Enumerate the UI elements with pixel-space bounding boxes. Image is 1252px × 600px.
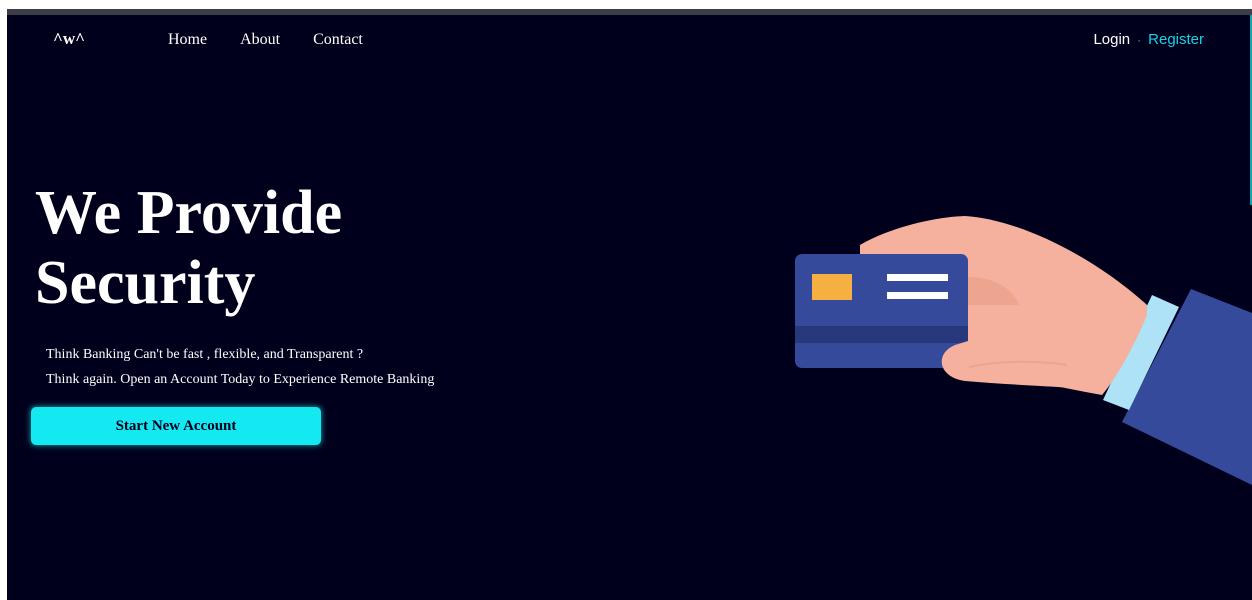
shirt-cuff xyxy=(1103,295,1179,410)
browser-viewport: ^w^ Home About Contact Login · Register … xyxy=(0,0,1252,600)
suit-sleeve xyxy=(1122,289,1252,485)
card-chip xyxy=(812,274,852,300)
credit-card-icon xyxy=(795,254,968,368)
landing-page: ^w^ Home About Contact Login · Register … xyxy=(7,15,1252,600)
thumb-crease xyxy=(968,360,1068,368)
register-link[interactable]: Register xyxy=(1148,31,1204,48)
auth-links: Login · Register xyxy=(1093,31,1204,48)
nav-contact-link[interactable]: Contact xyxy=(313,31,363,49)
hero-title-line-2: Security xyxy=(35,249,256,317)
site-logo[interactable]: ^w^ xyxy=(53,29,85,49)
hero-title-line-1: We Provide xyxy=(35,179,343,247)
auth-separator: · xyxy=(1137,32,1142,47)
nav-about-link[interactable]: About xyxy=(240,31,280,49)
hero-subtitle-line-2: Think again. Open an Account Today to Ex… xyxy=(46,372,435,387)
hero-title: We Provide Security xyxy=(35,178,342,318)
nav-home-link[interactable]: Home xyxy=(168,31,207,49)
hero-subtitle-line-1: Think Banking Can't be fast , flexible, … xyxy=(46,347,364,362)
main-nav: Home About Contact xyxy=(168,31,363,49)
hand-palm xyxy=(860,216,1147,395)
hand-thumb xyxy=(941,318,1106,390)
login-link[interactable]: Login xyxy=(1093,31,1130,48)
finger-shadow xyxy=(968,277,1019,305)
start-new-account-button[interactable]: Start New Account xyxy=(31,407,321,445)
